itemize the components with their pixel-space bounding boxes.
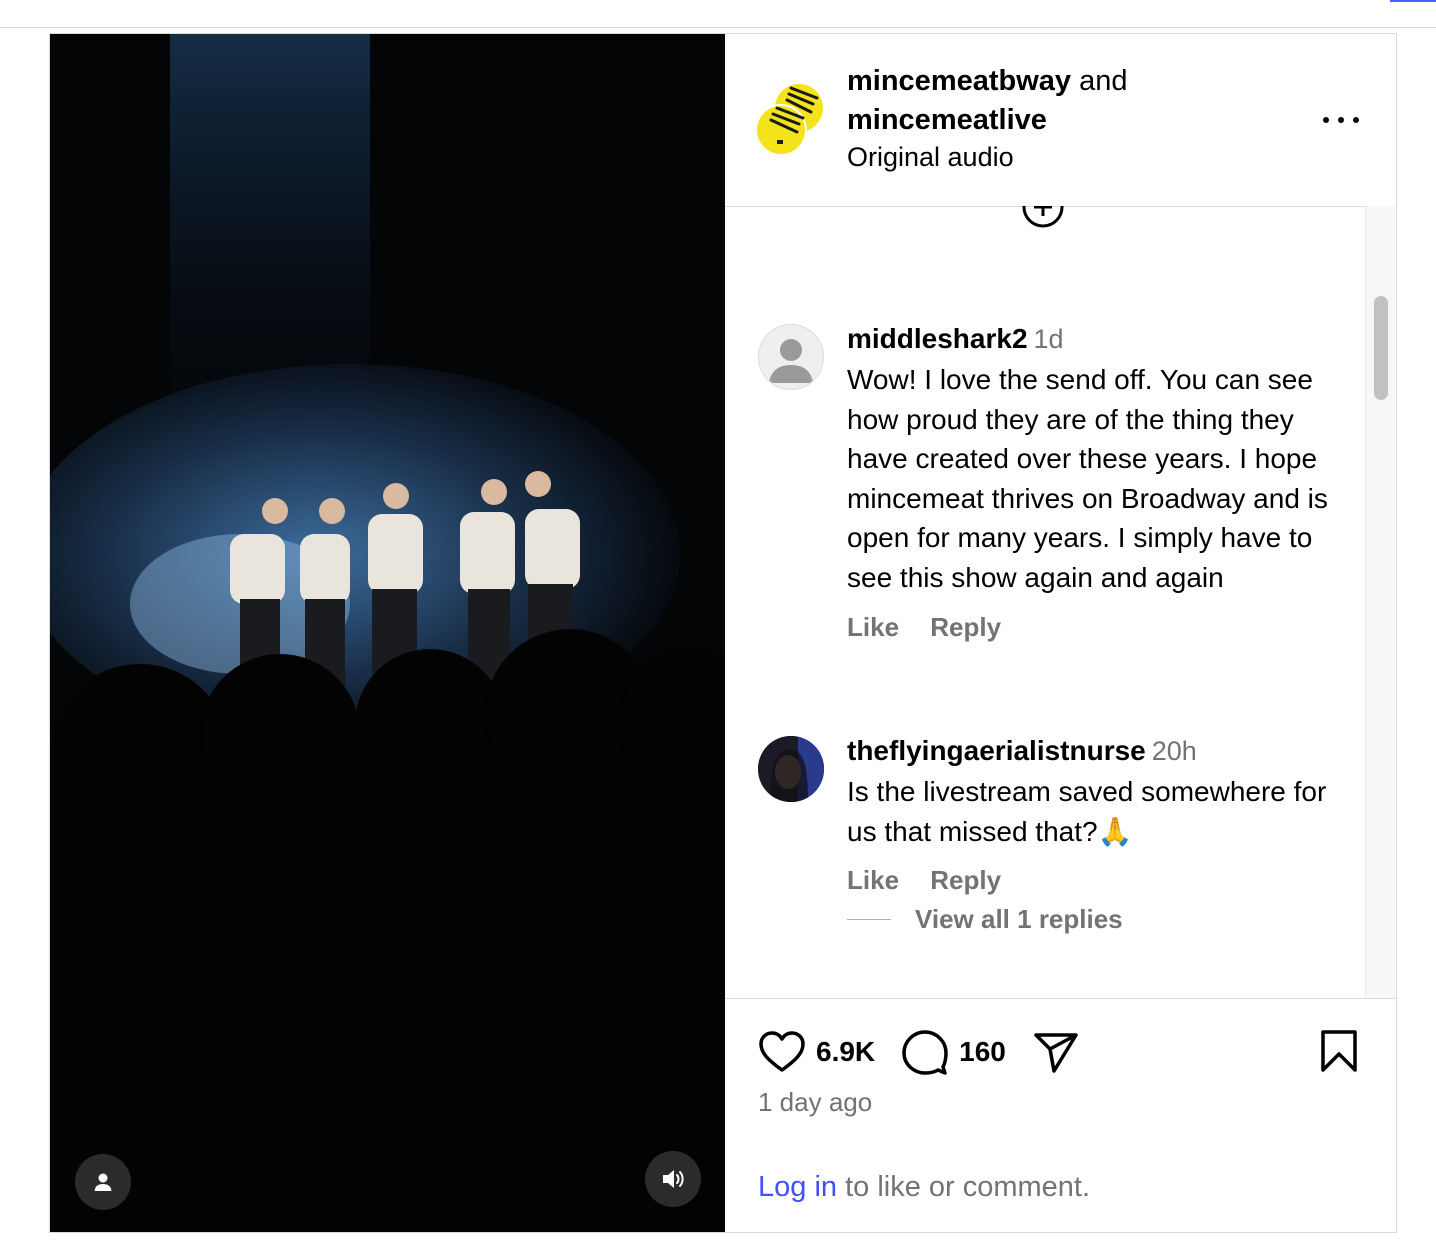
like-count: 6.9K bbox=[816, 1036, 876, 1067]
share-plane-icon[interactable] bbox=[1032, 1030, 1080, 1074]
login-link[interactable]: Log in bbox=[758, 1171, 837, 1203]
share-action[interactable] bbox=[1032, 1030, 1090, 1074]
more-options-button[interactable] bbox=[1323, 110, 1359, 130]
commenter-avatar[interactable] bbox=[758, 736, 824, 802]
post-container: mincemeatbway and mincemeatlive Original… bbox=[49, 33, 1397, 1233]
more-dot-icon bbox=[1353, 117, 1359, 123]
comment-body: middleshark2 1d Wow! I love the send off.… bbox=[847, 320, 1347, 643]
user-silhouette-icon bbox=[769, 339, 813, 383]
comment-body: theflyingaerialistnurse 20h Is the livest… bbox=[847, 732, 1347, 896]
comment-text: Is the livestream saved somewhere for us… bbox=[847, 776, 1327, 847]
like-comment-button[interactable]: Like bbox=[847, 612, 899, 642]
view-replies-button[interactable]: View all 1 replies bbox=[847, 904, 1123, 935]
authors-conjunction: and bbox=[1079, 65, 1128, 97]
heart-icon[interactable] bbox=[758, 1030, 806, 1074]
author-link-1[interactable]: mincemeatbway bbox=[847, 65, 1071, 97]
top-divider bbox=[0, 27, 1436, 28]
audience bbox=[50, 629, 725, 1232]
like-comment-button[interactable]: Like bbox=[847, 865, 899, 895]
comments-scrollbar-thumb[interactable] bbox=[1374, 296, 1388, 400]
reply-comment-button[interactable]: Reply bbox=[930, 865, 1001, 895]
like-action[interactable]: 6.9K bbox=[758, 1030, 875, 1074]
profile-avatar-logo[interactable] bbox=[755, 84, 825, 156]
audio-label[interactable]: Original audio bbox=[847, 140, 1014, 174]
load-more-comments-icon[interactable] bbox=[1022, 206, 1064, 228]
tagged-users-button[interactable] bbox=[75, 1154, 131, 1210]
speaker-icon bbox=[663, 1170, 684, 1188]
more-dot-icon bbox=[1323, 117, 1329, 123]
comments-list: middleshark2 1d Wow! I love the send off.… bbox=[725, 206, 1396, 998]
bookmark-icon[interactable] bbox=[1320, 1029, 1358, 1073]
comment-time[interactable]: 20h bbox=[1152, 736, 1197, 766]
author-link-2[interactable]: mincemeatlive bbox=[847, 104, 1047, 136]
top-accent-bar bbox=[1390, 0, 1436, 2]
audio-toggle-button[interactable] bbox=[645, 1151, 701, 1207]
reply-comment-button[interactable]: Reply bbox=[930, 612, 1001, 642]
comment-count: 160 bbox=[959, 1036, 1006, 1067]
post-authors: mincemeatbway and mincemeatlive bbox=[847, 62, 1128, 140]
comment-time[interactable]: 1d bbox=[1034, 324, 1064, 354]
replies-divider-line bbox=[847, 919, 891, 920]
profile-photo-icon bbox=[758, 736, 824, 802]
post-footer: 6.9K 160 1 day ago Log in to like or com… bbox=[725, 998, 1396, 1233]
comment-bubble-icon[interactable] bbox=[901, 1029, 949, 1075]
comment-actions: Like Reply bbox=[847, 612, 1347, 643]
comment-username[interactable]: theflyingaerialistnurse bbox=[847, 735, 1146, 766]
post-header: mincemeatbway and mincemeatlive Original… bbox=[725, 34, 1396, 207]
login-prompt: Log in to like or comment. bbox=[758, 1171, 1090, 1204]
post-actions: 6.9K 160 bbox=[758, 1029, 1116, 1075]
post-side-panel: mincemeatbway and mincemeatlive Original… bbox=[725, 34, 1396, 1232]
comment-action[interactable]: 160 bbox=[901, 1029, 1006, 1075]
video-frame bbox=[50, 34, 725, 1232]
login-prompt-text: to like or comment. bbox=[837, 1171, 1091, 1203]
post-timestamp[interactable]: 1 day ago bbox=[758, 1087, 872, 1118]
user-icon bbox=[94, 1173, 112, 1191]
video-player[interactable] bbox=[50, 34, 725, 1232]
default-avatar-icon[interactable] bbox=[758, 324, 824, 390]
view-replies-label: View all 1 replies bbox=[915, 904, 1123, 934]
comment-text: Wow! I love the send off. You can see ho… bbox=[847, 364, 1328, 593]
more-dot-icon bbox=[1338, 117, 1344, 123]
comment-username[interactable]: middleshark2 bbox=[847, 323, 1028, 354]
comment-actions: Like Reply bbox=[847, 865, 1347, 896]
